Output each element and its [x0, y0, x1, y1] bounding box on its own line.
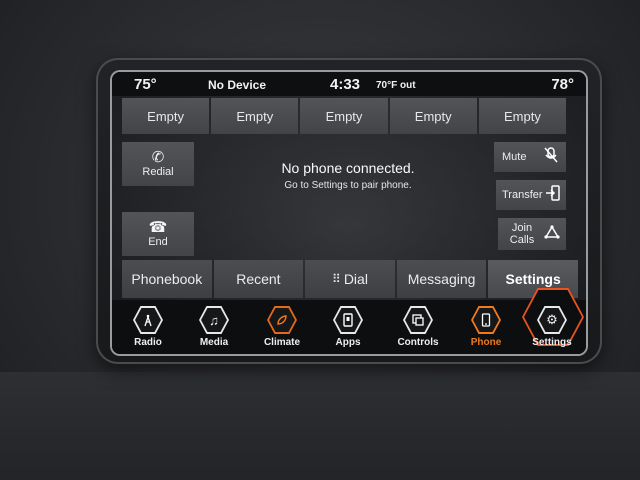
- nav-radio-label: Radio: [134, 337, 162, 348]
- tab-recent[interactable]: Recent: [213, 260, 304, 298]
- nav-controls-label: Controls: [397, 337, 439, 348]
- message-subtitle: Go to Settings to pair phone.: [284, 180, 412, 191]
- merge-calls-icon: [544, 225, 560, 243]
- nav-apps[interactable]: Apps: [312, 300, 382, 354]
- nav-apps-label: Apps: [335, 337, 361, 348]
- end-label: End: [148, 236, 168, 248]
- nav-settings[interactable]: ⚙ Settings: [516, 288, 586, 354]
- nav-phone-label: Phone: [470, 337, 502, 348]
- phone-tabs: Phonebook Recent ⠿ Dial Messaging Settin…: [122, 260, 578, 298]
- favorite-slot-2[interactable]: Empty: [211, 98, 299, 134]
- no-phone-message: No phone connected. Go to Settings to pa…: [232, 160, 464, 191]
- passenger-temperature[interactable]: 78°: [551, 76, 574, 93]
- transfer-to-phone-icon: [546, 185, 560, 205]
- favorite-slot-1[interactable]: Empty: [122, 98, 210, 134]
- mute-button[interactable]: Mute: [494, 142, 566, 172]
- nav-media[interactable]: ♫ Media: [178, 300, 248, 354]
- message-title: No phone connected.: [281, 160, 415, 176]
- dial-label: Dial: [343, 271, 368, 287]
- hang-up-icon: ☎: [148, 219, 168, 236]
- clock: 4:33: [330, 76, 361, 93]
- redial-button[interactable]: ✆ Redial: [122, 142, 194, 186]
- keypad-icon: ⠿: [332, 272, 341, 286]
- favorite-slot-5[interactable]: Empty: [478, 98, 567, 134]
- mute-label: Mute: [502, 151, 527, 163]
- join-calls-label: Join Calls: [509, 222, 535, 246]
- phone-handset-icon: ✆: [151, 149, 165, 166]
- redial-label: Redial: [142, 166, 174, 178]
- nav-phone[interactable]: Phone: [450, 300, 520, 354]
- tab-messaging[interactable]: Messaging: [396, 260, 487, 298]
- status-bar: 75° No Device 4:33 70°F out 78°: [112, 72, 586, 96]
- mic-muted-icon: [544, 147, 558, 167]
- join-calls-button[interactable]: Join Calls: [498, 218, 566, 250]
- driver-temperature[interactable]: 75°: [134, 76, 157, 93]
- nav-climate-label: Climate: [263, 337, 301, 348]
- nav-settings-label: Settings: [532, 337, 572, 348]
- tab-phonebook[interactable]: Phonebook: [122, 260, 212, 298]
- nav-media-label: Media: [199, 337, 229, 348]
- nav-controls[interactable]: Controls: [382, 300, 452, 354]
- favorite-slot-4[interactable]: Empty: [389, 98, 477, 134]
- transfer-label: Transfer: [502, 189, 543, 201]
- nav-radio[interactable]: Radio: [112, 300, 182, 354]
- dashboard-trim: [0, 372, 640, 480]
- outside-temperature: 70°F out: [376, 80, 416, 91]
- device-status: No Device: [208, 78, 267, 92]
- end-call-button[interactable]: ☎ End: [122, 212, 194, 256]
- infotainment-screen: 75° No Device 4:33 70°F out 78° Empty Em…: [112, 72, 586, 354]
- nav-climate[interactable]: Climate: [246, 300, 316, 354]
- favorites-row: Empty Empty Empty Empty Empty: [122, 98, 567, 134]
- favorite-slot-3[interactable]: Empty: [300, 98, 388, 134]
- transfer-button[interactable]: Transfer: [496, 180, 566, 210]
- main-nav-bar: Radio ♫ Media Climate Apps Controls Phon…: [112, 288, 586, 354]
- tab-dial[interactable]: ⠿ Dial: [305, 260, 395, 298]
